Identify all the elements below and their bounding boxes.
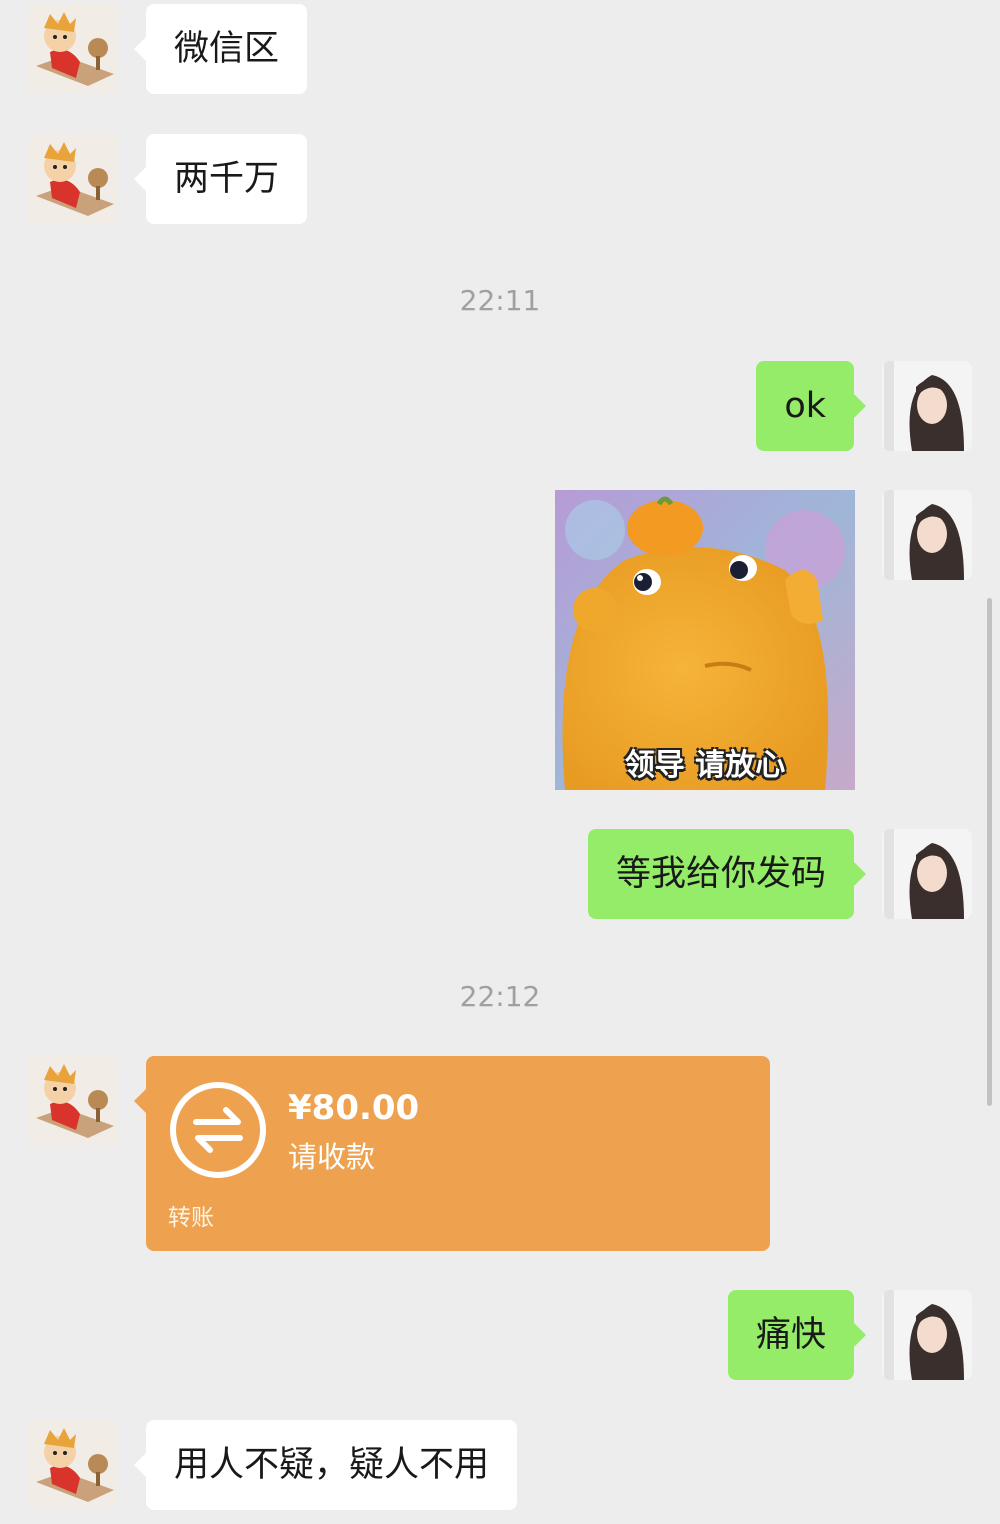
- contact-avatar[interactable]: [28, 1420, 118, 1510]
- sticker-image[interactable]: 领导 请放心: [555, 490, 855, 790]
- girl-avatar-icon: [882, 361, 972, 451]
- outgoing-message-bubble[interactable]: 痛快: [727, 1290, 867, 1380]
- contact-avatar[interactable]: [28, 134, 118, 224]
- cartoon-boy-avatar-icon: [28, 1056, 118, 1146]
- cartoon-boy-avatar-icon: [28, 4, 118, 94]
- my-avatar[interactable]: [882, 829, 972, 919]
- transfer-amount: ¥80.00: [288, 1088, 420, 1128]
- incoming-message-bubble[interactable]: 微信区: [133, 4, 308, 94]
- cartoon-boy-avatar-icon: [28, 134, 118, 224]
- cartoon-boy-avatar-icon: [28, 1420, 118, 1510]
- transfer-arrows-icon: [170, 1082, 266, 1178]
- incoming-message-bubble[interactable]: 用人不疑，疑人不用: [133, 1420, 518, 1510]
- transfer-divider: [168, 1192, 748, 1193]
- transfer-status: 请收款: [288, 1140, 376, 1174]
- message-timestamp: 22:12: [459, 980, 541, 1013]
- transfer-label: 转账: [168, 1205, 214, 1231]
- chat-scrollbar[interactable]: [987, 598, 992, 1106]
- my-avatar[interactable]: [882, 490, 972, 580]
- outgoing-message-bubble[interactable]: 等我给你发码: [587, 829, 867, 919]
- girl-avatar-icon: [882, 829, 972, 919]
- message-timestamp: 22:11: [459, 284, 541, 317]
- my-avatar[interactable]: [882, 1290, 972, 1380]
- incoming-message-bubble[interactable]: 两千万: [133, 134, 308, 224]
- sticker-caption: 领导 请放心: [624, 748, 786, 783]
- contact-avatar[interactable]: [28, 4, 118, 94]
- girl-avatar-icon: [882, 1290, 972, 1380]
- my-avatar[interactable]: [882, 361, 972, 451]
- transfer-card[interactable]: ¥80.00 请收款 转账: [134, 1056, 770, 1251]
- contact-avatar[interactable]: [28, 1056, 118, 1146]
- outgoing-message-bubble[interactable]: ok: [756, 361, 866, 451]
- girl-avatar-icon: [882, 490, 972, 580]
